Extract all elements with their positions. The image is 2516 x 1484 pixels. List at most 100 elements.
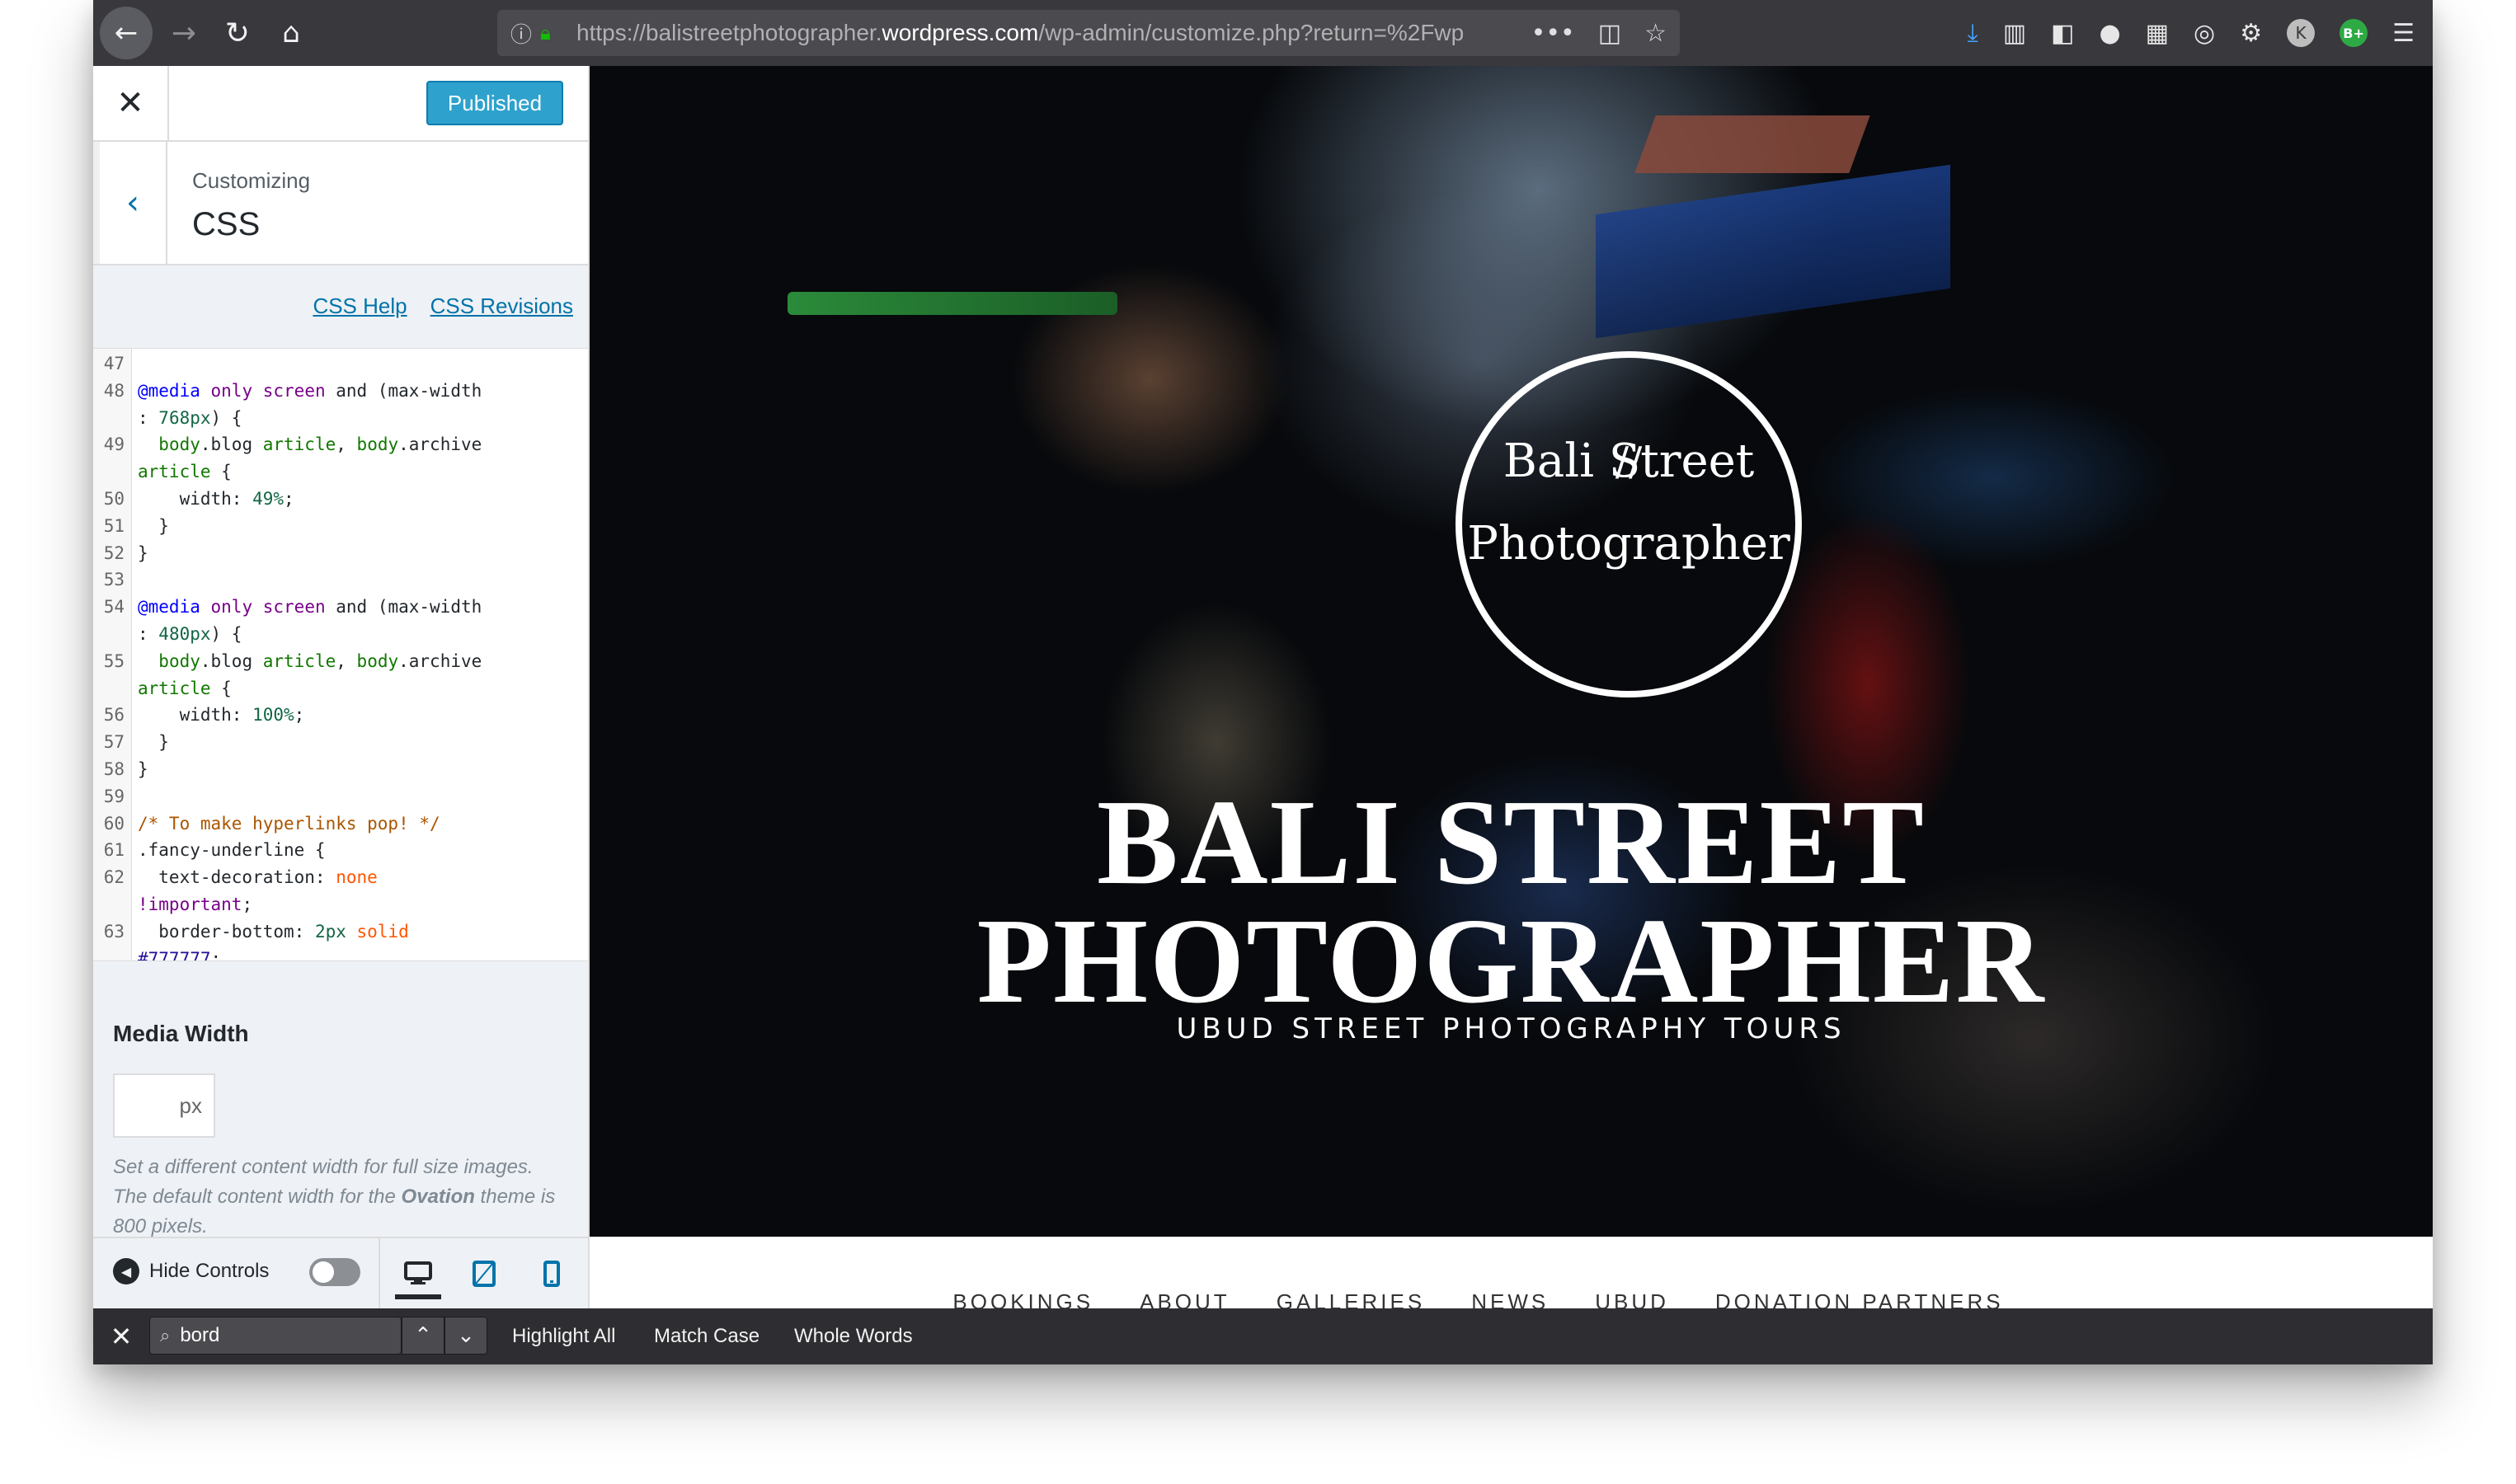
highlight-all-option[interactable]: Highlight All xyxy=(512,1325,615,1348)
publish-button[interactable]: Published xyxy=(426,81,563,125)
site-title[interactable]: BALI STREET PHOTOGRAPHER xyxy=(590,782,2433,1022)
media-width-unit: px xyxy=(179,1092,202,1118)
collapse-arrow-icon: ◀ xyxy=(113,1258,139,1284)
ext-grey-icon[interactable]: ▦ xyxy=(2146,19,2169,48)
code-line[interactable]: article { xyxy=(93,458,588,485)
nav-item[interactable]: DONATION PARTNERS xyxy=(1715,1289,2004,1308)
code-text: !important; xyxy=(138,895,253,914)
site-preview: Bali Street // Photographer BALI STREET … xyxy=(590,66,2433,1308)
nav-item[interactable]: NEWS xyxy=(1471,1289,1549,1308)
code-line[interactable]: 54 @media only screen and (max-width xyxy=(93,594,588,620)
search-icon: ⌕ xyxy=(160,1325,171,1346)
code-line[interactable]: 50 width: 49%; xyxy=(93,486,588,512)
toggle-icon[interactable] xyxy=(309,1258,360,1286)
nav-item[interactable]: UBUD xyxy=(1595,1289,1669,1308)
nav-item[interactable]: ABOUT xyxy=(1140,1289,1230,1308)
css-help-links: CSS Help CSS Revisions xyxy=(313,294,573,319)
line-number: 48 xyxy=(103,380,125,401)
line-number: 60 xyxy=(103,813,125,834)
ext-b-icon[interactable]: B+ xyxy=(2340,19,2368,47)
home-icon[interactable]: ⌂ xyxy=(266,8,316,58)
code-line[interactable]: 52} xyxy=(93,540,588,566)
code-line[interactable]: : 768px) { xyxy=(93,405,588,431)
ellipsis-icon[interactable]: ••• xyxy=(1531,19,1575,48)
css-code-editor[interactable]: 47 48 @media only screen and (max-width : 7… xyxy=(93,348,588,961)
code-text: @media only screen and (max-width xyxy=(138,380,482,401)
code-line[interactable]: 47 xyxy=(93,350,588,377)
code-line[interactable]: 61 .fancy-underline { xyxy=(93,837,588,863)
chevron-down-icon[interactable]: ⌄ xyxy=(444,1317,487,1355)
ext-translate-icon[interactable]: ◎ xyxy=(2194,19,2215,48)
match-case-option[interactable]: Match Case xyxy=(654,1325,760,1348)
lock-icon[interactable]: 🔒︎ xyxy=(540,21,570,45)
customizer-sidebar: ✕ Published ‹ Customizing CSS CSS Help C… xyxy=(93,66,590,1310)
code-line[interactable]: !important; xyxy=(93,891,588,918)
media-width-description: Set a different content width for full s… xyxy=(113,1156,556,1237)
star-icon[interactable]: ☆ xyxy=(1644,19,1667,48)
close-icon[interactable]: ✕ xyxy=(101,1317,141,1356)
code-text: /* To make hyperlinks pop! */ xyxy=(138,813,440,834)
customizer-footer: ◀ Hide Controls xyxy=(93,1237,588,1310)
line-number: 57 xyxy=(103,732,125,753)
code-line[interactable]: 58} xyxy=(93,756,588,782)
hide-controls-button[interactable]: ◀ Hide Controls xyxy=(113,1258,269,1284)
css-help-link[interactable]: CSS Help xyxy=(313,294,407,319)
back-arrow-icon[interactable]: ← xyxy=(100,7,153,59)
pocket-icon[interactable]: ◫ xyxy=(1598,19,1621,48)
library-icon[interactable]: ▥ xyxy=(2003,19,2026,48)
css-revisions-link[interactable]: CSS Revisions xyxy=(430,294,573,319)
back-chevron-icon[interactable]: ‹ xyxy=(93,142,167,264)
ext-gear-icon[interactable]: ⚙ xyxy=(2240,19,2262,48)
code-line[interactable]: article { xyxy=(93,675,588,702)
code-text: @media only screen and (max-width xyxy=(138,597,482,618)
chevron-up-icon[interactable]: ⌃ xyxy=(402,1317,444,1355)
code-text: width: 100%; xyxy=(138,705,305,726)
site-logo-text: Bali Street // Photographer xyxy=(1456,420,1802,585)
code-line[interactable]: #777777; xyxy=(93,946,588,960)
url-text[interactable]: https://balistreetphotographer.wordpress… xyxy=(576,20,1515,46)
code-text: .fancy-underline { xyxy=(138,840,326,861)
nav-item[interactable]: GALLERIES xyxy=(1277,1289,1426,1308)
hero-image: Bali Street // Photographer BALI STREET … xyxy=(590,66,2433,1237)
whole-words-option[interactable]: Whole Words xyxy=(794,1325,913,1348)
address-bar[interactable]: ⓘ 🔒︎ https://balistreetphotographer.word… xyxy=(497,10,1680,56)
code-text: article { xyxy=(138,678,232,698)
code-line[interactable]: 62 text-decoration: none xyxy=(93,864,588,890)
nav-item[interactable]: BOOKINGS xyxy=(952,1289,1093,1308)
code-line[interactable]: 55 body.blog article, body.archive xyxy=(93,648,588,674)
code-text: body.blog article, body.archive xyxy=(158,650,482,671)
ext-dark-icon[interactable]: ● xyxy=(2099,19,2120,48)
code-line[interactable]: 53 xyxy=(93,566,588,593)
ext-k-icon[interactable]: K xyxy=(2287,19,2316,47)
code-line[interactable]: 49 body.blog article, body.archive xyxy=(93,431,588,458)
code-line[interactable]: 60 /* To make hyperlinks pop! */ xyxy=(93,810,588,837)
code-text: border-bottom: 2px solid xyxy=(138,921,409,942)
code-line[interactable]: 48 @media only screen and (max-width xyxy=(93,378,588,404)
sidebar-icon[interactable]: ◧ xyxy=(2051,19,2074,48)
info-icon[interactable]: ⓘ xyxy=(510,18,540,49)
download-icon[interactable]: ⤓ xyxy=(1967,19,1978,48)
code-text: article { xyxy=(138,462,232,482)
find-input-box[interactable]: ⌕ xyxy=(149,1317,402,1355)
code-line[interactable]: 51 } xyxy=(93,513,588,539)
code-text: } xyxy=(138,542,148,563)
reload-icon[interactable]: ↻ xyxy=(213,8,262,58)
code-line[interactable]: 57 } xyxy=(93,729,588,755)
hamburger-icon[interactable]: ☰ xyxy=(2392,19,2415,48)
forward-arrow-icon[interactable]: → xyxy=(159,8,209,58)
tablet-icon[interactable] xyxy=(461,1253,507,1294)
line-number: 52 xyxy=(103,542,125,563)
media-width-input[interactable]: px xyxy=(113,1073,215,1138)
mobile-icon[interactable] xyxy=(529,1253,575,1294)
desktop-icon[interactable] xyxy=(395,1253,441,1299)
close-icon[interactable]: ✕ xyxy=(93,66,169,140)
code-line[interactable]: : 480px) { xyxy=(93,621,588,647)
code-line[interactable]: 56 width: 100%; xyxy=(93,702,588,728)
customizer-header: ✕ Published xyxy=(93,66,588,142)
code-line[interactable]: 59 xyxy=(93,783,588,810)
line-number: 54 xyxy=(103,597,125,618)
line-number: 53 xyxy=(103,570,125,590)
line-number: 58 xyxy=(103,759,125,779)
find-input[interactable] xyxy=(178,1323,380,1348)
code-line[interactable]: 63 border-bottom: 2px solid xyxy=(93,918,588,945)
